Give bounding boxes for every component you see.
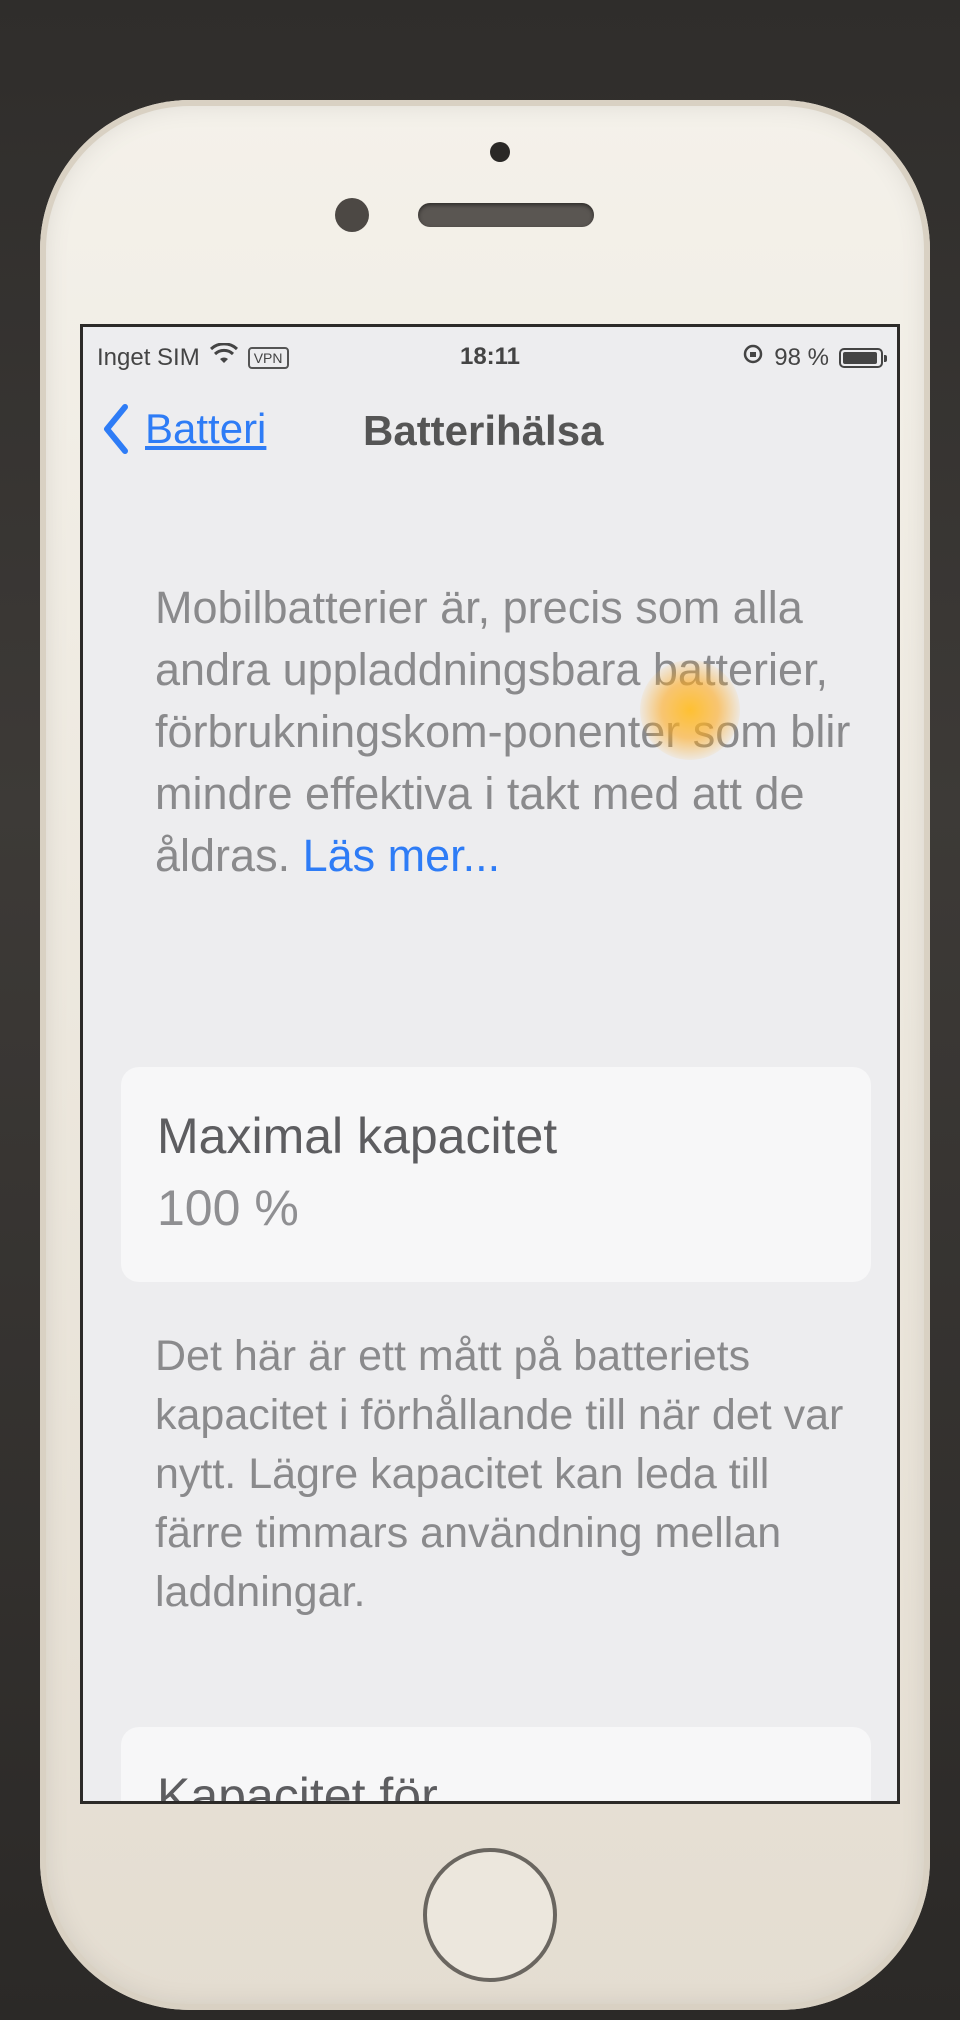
front-camera	[490, 142, 510, 162]
capacity-value: 100 %	[157, 1180, 299, 1236]
maximum-capacity-card: Maximal kapacitet 100 %	[121, 1067, 871, 1282]
battery-icon	[839, 347, 887, 368]
page-title: Batterihälsa	[363, 407, 604, 454]
peak-capacity-card: Kapacitet för	[121, 1727, 871, 1804]
home-button[interactable]	[423, 1848, 557, 1982]
rotation-lock-icon	[742, 343, 764, 372]
back-label: Batteri	[145, 405, 267, 452]
intro-text: Mobilbatterier är, precis som alla andra…	[155, 577, 855, 887]
back-button[interactable]: Batteri	[101, 403, 266, 455]
navigation-bar: Batteri Batterihälsa	[83, 387, 897, 477]
status-right: 98 %	[742, 343, 887, 372]
peak-capacity-title: Kapacitet för	[157, 1768, 438, 1804]
battery-percent: 98 %	[774, 343, 829, 371]
capacity-description: Det här är ett mått på batteriets kapaci…	[155, 1332, 844, 1616]
earpiece-speaker	[418, 203, 594, 227]
capacity-title: Maximal kapacitet	[157, 1108, 558, 1164]
learn-more-link[interactable]: Läs mer...	[303, 830, 501, 881]
phone-screen: Inget SIM VPN 18:11 98 % Batteri Batteri…	[80, 324, 900, 1804]
intro-body: Mobilbatterier är, precis som alla andra…	[155, 582, 851, 881]
status-bar: Inget SIM VPN 18:11 98 %	[83, 327, 897, 387]
proximity-sensor	[335, 198, 369, 232]
chevron-left-icon	[101, 403, 131, 455]
